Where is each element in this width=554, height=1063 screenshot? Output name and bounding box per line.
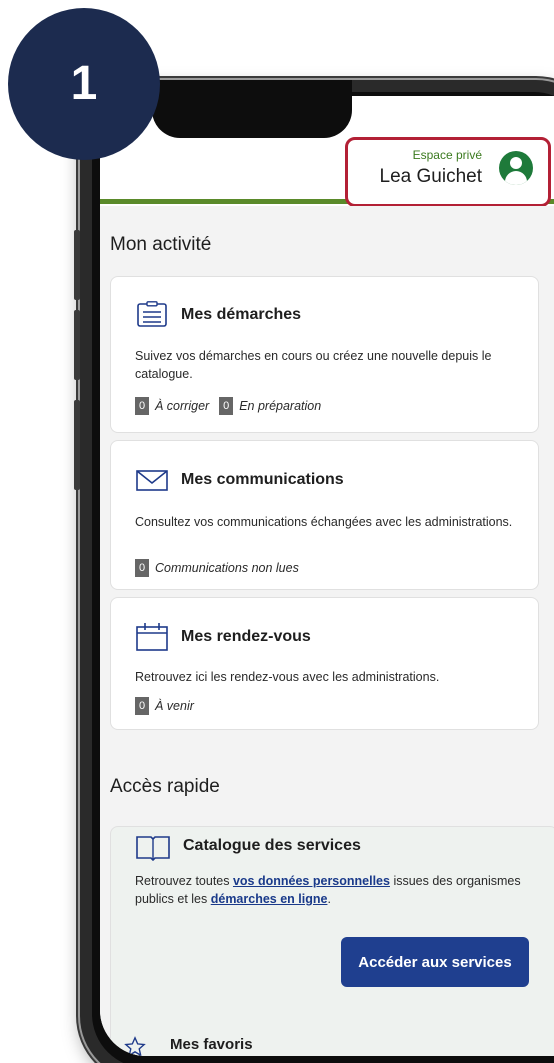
user-name: Lea Guichet [379,166,482,187]
phone-side-button [74,310,80,380]
account-button[interactable]: Espace privé Lea Guichet [345,137,551,207]
card-description: Retrouvez ici les rendez-vous avec les a… [135,670,440,684]
count-badge: 0 [135,697,149,715]
main-content: Mon activité Mes démarches Suivez vos dé… [100,206,554,1056]
step-number-badge: 1 [8,8,160,160]
status-label: À corriger [155,399,210,413]
card-catalogue: Catalogue des services Retrouvez toutes … [110,826,554,1056]
online-procedures-link[interactable]: démarches en ligne [211,892,328,906]
status-label: Communications non lues [155,561,299,575]
tutorial-screenshot: Espace privé Lea Guichet Mon activité Me… [0,0,554,1063]
status-label: À venir [155,699,194,713]
phone-side-button [74,230,80,300]
favorites-label: Mes favoris [170,1036,253,1053]
card-status-row: 0 Communications non lues [135,559,299,577]
status-label: En préparation [239,399,322,413]
desc-text: . [327,892,331,906]
section-title-quick-access: Accès rapide [110,776,220,797]
card-demarches[interactable]: Mes démarches Suivez vos démarches en co… [110,276,539,433]
card-status-row: 0 À venir [135,697,194,715]
card-title: Mes démarches [181,306,302,323]
account-label: Espace privé [412,148,482,162]
card-description: Retrouvez toutes vos données personnelle… [135,872,535,908]
phone-screen: Espace privé Lea Guichet Mon activité Me… [100,96,554,1056]
card-status-row: 0 À corriger 0 En préparation [135,397,321,415]
count-badge: 0 [135,397,149,415]
card-communications[interactable]: Mes communications Consultez vos communi… [110,440,539,590]
card-title: Mes communications [181,471,344,488]
section-title-activity: Mon activité [110,234,212,255]
personal-data-link[interactable]: vos données personnelles [233,874,390,888]
card-title: Mes rendez-vous [181,628,311,645]
user-avatar-icon [499,151,533,185]
phone-notch [152,80,352,138]
card-title: Catalogue des services [183,837,361,854]
envelope-icon [136,470,168,491]
desc-text: Retrouvez toutes [135,874,233,888]
card-description: Consultez vos communications échangées a… [135,515,513,529]
phone-side-button [74,400,80,490]
book-icon [136,836,170,861]
count-badge: 0 [135,559,149,577]
access-services-button[interactable]: Accéder aux services [341,937,529,987]
clipboard-icon [137,301,167,327]
card-description: Suivez vos démarches en cours ou créez u… [135,349,492,381]
calendar-icon [136,623,168,651]
count-badge: 0 [219,397,234,415]
card-rendez-vous[interactable]: Mes rendez-vous Retrouvez ici les rendez… [110,597,539,730]
star-icon [124,1036,146,1056]
